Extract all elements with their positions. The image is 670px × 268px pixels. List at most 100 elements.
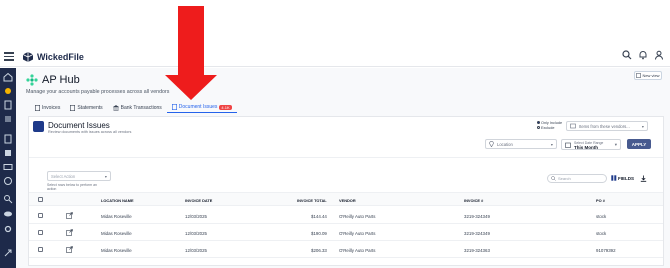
cell-po: 91079392 [596, 248, 616, 253]
document-issues-icon [33, 121, 44, 132]
bell-icon[interactable] [638, 50, 648, 60]
cell-total: $144.44 [311, 214, 327, 219]
cell-location: Midas Roseville [101, 214, 132, 219]
export-icon[interactable] [3, 248, 13, 258]
bank-icon [112, 104, 119, 111]
app-name: WickedFile [37, 51, 84, 62]
cell-vendor: O'Reilly Auto Parts [339, 248, 376, 253]
file-icon[interactable] [3, 134, 13, 144]
ap-hub-logo-icon [26, 74, 38, 86]
menu-icon[interactable] [4, 50, 18, 64]
open-external-icon[interactable] [66, 212, 73, 219]
cell-location: Midas Roseville [101, 231, 132, 236]
cell-date: 12/03/2025 [185, 214, 207, 219]
cell-invoice: 3219-324363 [464, 248, 490, 253]
cell-vendor: O'Reilly Auto Parts [339, 214, 376, 219]
date-range-value: This Month [574, 145, 598, 150]
document-issues-card: Document Issues Review documents with is… [28, 116, 664, 266]
calendar-icon [565, 142, 571, 148]
cell-date: 12/03/2025 [185, 231, 207, 236]
date-range-select[interactable]: Select Date Range This Month ▾ [561, 139, 621, 150]
chevron-down-icon: ▾ [614, 142, 617, 147]
table-header: LOCATION NAME INVOICE DATE INVOICE TOTAL… [29, 192, 663, 206]
radio-exclude[interactable]: Exclude [537, 125, 562, 130]
table-row[interactable]: Midas Roseville 12/03/2025 $206.33 O'Rei… [29, 241, 663, 258]
section-subtitle: Review documents with issues across all … [48, 130, 132, 134]
apply-button[interactable]: APPLY [627, 139, 651, 149]
blank-top-area [0, 0, 670, 47]
tab-statements[interactable]: Statements [65, 103, 107, 113]
chevron-down-icon: ▾ [550, 141, 553, 147]
layers-icon[interactable] [3, 148, 13, 158]
logo-cube-icon [22, 51, 34, 62]
ap-hub-icon[interactable] [3, 86, 13, 96]
column-header[interactable]: INVOICE TOTAL [297, 198, 327, 203]
open-external-icon[interactable] [66, 229, 73, 236]
page-subtitle: Manage your accounts payable processes a… [26, 89, 170, 95]
documents-icon[interactable] [3, 100, 13, 110]
table-row[interactable]: Midas Roseville 12/03/2025 $190.09 O'Rei… [29, 224, 663, 241]
issues-count-badge: 4.1K [219, 104, 232, 110]
location-pin-icon [489, 141, 494, 147]
divider [29, 157, 663, 158]
card-icon[interactable] [3, 162, 13, 172]
select-action-hint: Select rows below to perform an action [47, 183, 97, 191]
column-header[interactable]: LOCATION NAME [101, 198, 134, 203]
table-row[interactable]: Midas Roseville 12/03/2025 $144.44 O'Rei… [29, 207, 663, 224]
tab-label: Document Issues [178, 104, 218, 110]
app-header: WickedFile [0, 47, 670, 67]
home-icon[interactable] [3, 72, 13, 82]
cell-po: stock [596, 214, 607, 219]
user-icon[interactable] [654, 50, 664, 60]
row-checkbox[interactable] [38, 247, 43, 252]
download-icon[interactable] [640, 175, 647, 182]
table-search-input[interactable]: Search [547, 174, 607, 183]
tab-invoices[interactable]: Invoices [30, 103, 65, 113]
search-icon [551, 176, 556, 181]
radio-only-include[interactable]: Only Include [537, 120, 562, 125]
cell-total: $190.09 [311, 231, 327, 236]
app-logo[interactable]: WickedFile [22, 51, 84, 63]
cell-location: Midas Roseville [101, 248, 132, 253]
tab-document-issues[interactable]: Document Issues 4.1K [166, 103, 237, 113]
column-header[interactable]: PO # [596, 198, 605, 203]
column-header[interactable]: INVOICE DATE [185, 198, 212, 203]
statement-icon [70, 104, 76, 111]
settings-icon[interactable] [3, 224, 13, 234]
tab-label: Bank Transactions [120, 104, 162, 111]
tab-label: Statements [77, 104, 103, 111]
tab-bank-transactions[interactable]: Bank Transactions [108, 103, 167, 113]
row-checkbox[interactable] [38, 230, 43, 235]
cell-vendor: O'Reilly Auto Parts [339, 231, 376, 236]
tab-label: Invoices [42, 104, 61, 111]
select-all-checkbox[interactable] [38, 197, 43, 202]
vendor-select[interactable]: Items from these vendors... ▾ [566, 121, 648, 131]
column-header[interactable]: INVOICE # [464, 198, 483, 203]
row-checkbox[interactable] [38, 213, 43, 218]
main-content: AP Hub Manage your accounts payable proc… [16, 68, 670, 268]
list-icon[interactable] [3, 114, 13, 124]
check-circle-icon[interactable] [3, 176, 13, 186]
cell-po: stock [596, 231, 607, 236]
sidebar-search-icon[interactable] [3, 194, 13, 204]
section-title: Document Issues [48, 121, 110, 130]
cell-total: $206.33 [311, 248, 327, 253]
cell-invoice: 3219-324349 [464, 214, 490, 219]
new-view-button[interactable]: New view [634, 71, 662, 80]
location-select[interactable]: Location ▾ [485, 139, 557, 149]
columns-icon [611, 175, 617, 181]
new-view-label: New view [642, 73, 660, 78]
sidebar [0, 68, 16, 268]
chevron-down-icon: ▾ [641, 123, 644, 129]
select-action-dropdown[interactable]: Select Action ▾ [47, 171, 111, 181]
page-title: AP Hub [42, 74, 80, 86]
tabs: Invoices Statements Bank Transactions Do… [30, 102, 237, 113]
open-external-icon[interactable] [66, 246, 73, 253]
cell-date: 12/03/2025 [185, 248, 207, 253]
vendor-icon [570, 123, 576, 129]
search-icon[interactable] [622, 50, 632, 60]
column-header[interactable]: VENDOR [339, 198, 356, 203]
chevron-down-icon: ▾ [104, 173, 107, 179]
fields-button[interactable]: FIELDS [611, 175, 634, 181]
cloud-upload-icon[interactable] [3, 208, 13, 218]
